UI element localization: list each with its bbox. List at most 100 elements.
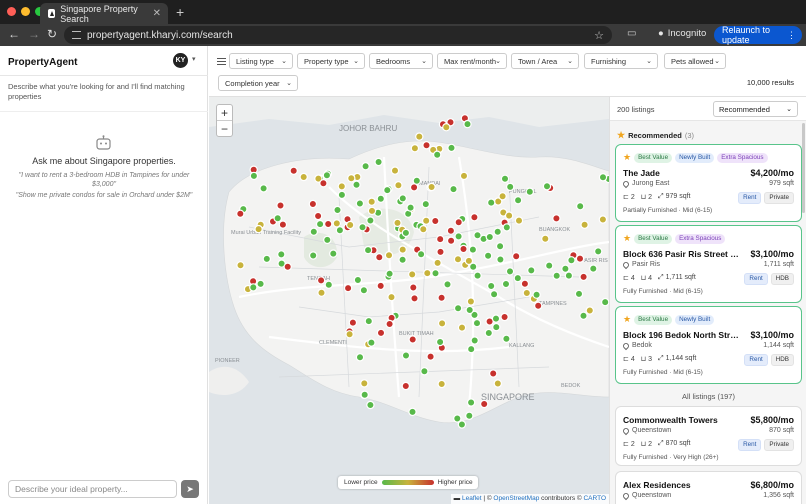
- listing-marker[interactable]: [401, 381, 410, 391]
- listing-marker[interactable]: [567, 256, 576, 265]
- kebab-menu-icon[interactable]: ⋮: [787, 30, 796, 41]
- listing-marker[interactable]: [484, 328, 493, 338]
- listing-marker[interactable]: [464, 256, 474, 266]
- listing-marker[interactable]: [415, 132, 424, 141]
- address-bar[interactable]: propertyagent.kharyi.com/search ☆: [64, 26, 612, 44]
- listing-marker[interactable]: [489, 289, 499, 299]
- listing-marker[interactable]: [277, 250, 286, 259]
- listing-marker[interactable]: [416, 250, 426, 259]
- listing-marker[interactable]: [580, 220, 589, 230]
- listing-marker[interactable]: [427, 182, 436, 192]
- listing-card[interactable]: ★ Best Value Newly Built Extra Spacious …: [615, 144, 802, 222]
- listing-marker[interactable]: [520, 279, 530, 288]
- listing-marker[interactable]: [273, 213, 282, 223]
- listing-marker[interactable]: [480, 399, 489, 409]
- listing-marker[interactable]: [534, 301, 543, 310]
- browser-tab[interactable]: Singapore Property Search ✕: [40, 3, 168, 24]
- listing-marker[interactable]: [367, 206, 377, 216]
- listing-marker[interactable]: [308, 251, 318, 260]
- filter-icon[interactable]: [217, 57, 226, 66]
- listing-marker[interactable]: [236, 209, 245, 219]
- listing-marker[interactable]: [513, 196, 523, 205]
- listing-marker[interactable]: [512, 251, 521, 261]
- listing-marker[interactable]: [308, 199, 318, 209]
- listing-marker[interactable]: [491, 314, 501, 323]
- listing-marker[interactable]: [419, 224, 428, 234]
- listing-marker[interactable]: [299, 172, 308, 182]
- listing-marker[interactable]: [355, 199, 365, 208]
- avatar[interactable]: KY: [173, 53, 188, 68]
- listing-marker[interactable]: [446, 236, 456, 245]
- listing-marker[interactable]: [453, 303, 463, 313]
- listing-marker[interactable]: [423, 268, 432, 278]
- listing-marker[interactable]: [376, 281, 385, 291]
- listing-marker[interactable]: [360, 390, 369, 399]
- listing-marker[interactable]: [289, 166, 298, 176]
- listing-marker[interactable]: [454, 232, 463, 241]
- send-button[interactable]: ➤: [181, 480, 199, 498]
- listing-marker[interactable]: [408, 335, 417, 344]
- listing-card[interactable]: Alex Residences $6,800/mo Queenstown 1,3…: [615, 471, 802, 504]
- listing-marker[interactable]: [426, 352, 435, 361]
- listing-marker[interactable]: [472, 318, 482, 328]
- listing-marker[interactable]: [376, 328, 386, 338]
- filter-property-type[interactable]: Property type ⌄: [297, 53, 365, 69]
- listing-marker[interactable]: [485, 232, 494, 242]
- forward-icon[interactable]: →: [28, 27, 40, 41]
- listing-marker[interactable]: [409, 283, 418, 292]
- example-prompt[interactable]: "I want to rent a 3-bedroom HDB in Tampi…: [12, 171, 196, 189]
- listing-marker[interactable]: [363, 245, 373, 255]
- listing-marker[interactable]: [585, 306, 594, 315]
- listing-marker[interactable]: [323, 219, 333, 229]
- listing-marker[interactable]: [332, 219, 342, 228]
- zoom-in-button[interactable]: +: [217, 105, 232, 121]
- close-tab-icon[interactable]: ✕: [153, 8, 161, 19]
- listing-marker[interactable]: [492, 322, 501, 332]
- relaunch-button[interactable]: Relaunch to update ⋮: [714, 25, 802, 45]
- listing-marker[interactable]: [276, 201, 285, 210]
- listing-marker[interactable]: [561, 264, 570, 273]
- listing-marker[interactable]: [483, 251, 493, 260]
- attribution-carto-link[interactable]: CARTO: [583, 495, 606, 502]
- listing-marker[interactable]: [376, 194, 385, 203]
- listing-marker[interactable]: [422, 141, 431, 150]
- listing-marker[interactable]: [433, 258, 442, 268]
- listing-marker[interactable]: [522, 288, 531, 298]
- listing-marker[interactable]: [366, 216, 375, 225]
- listing-marker[interactable]: [453, 255, 463, 264]
- listing-marker[interactable]: [431, 216, 440, 226]
- listing-marker[interactable]: [345, 330, 354, 339]
- listing-marker[interactable]: [313, 211, 323, 221]
- listing-marker[interactable]: [367, 338, 376, 347]
- listing-marker[interactable]: [466, 297, 476, 306]
- chevron-down-icon[interactable]: ▾: [192, 55, 196, 63]
- listing-marker[interactable]: [435, 234, 445, 244]
- listing-marker[interactable]: [390, 166, 400, 175]
- listing-marker[interactable]: [541, 234, 550, 243]
- listing-marker[interactable]: [387, 292, 396, 302]
- back-icon[interactable]: ←: [8, 27, 20, 41]
- listing-marker[interactable]: [437, 293, 446, 302]
- listing-marker[interactable]: [319, 179, 328, 188]
- listing-marker[interactable]: [470, 212, 479, 222]
- listing-marker[interactable]: [398, 255, 407, 264]
- listing-marker[interactable]: [502, 334, 511, 343]
- listing-marker[interactable]: [366, 400, 375, 410]
- listing-marker[interactable]: [514, 216, 524, 225]
- filter-furnishing[interactable]: Furnishing ⌄: [584, 53, 658, 69]
- listing-marker[interactable]: [598, 215, 608, 224]
- filter-max-rent[interactable]: Max rent/month ⌄: [437, 53, 507, 69]
- minimize-window-button[interactable]: [21, 7, 30, 16]
- listing-marker[interactable]: [437, 379, 446, 389]
- listing-marker[interactable]: [315, 219, 325, 229]
- filter-listing-type[interactable]: Listing type ⌄: [229, 53, 293, 69]
- filter-completion-year[interactable]: Completion year ⌄: [218, 75, 298, 91]
- listing-marker[interactable]: [579, 311, 588, 320]
- listing-marker[interactable]: [345, 220, 355, 230]
- listing-marker[interactable]: [453, 414, 462, 423]
- listing-marker[interactable]: [249, 283, 258, 292]
- site-info-icon[interactable]: [72, 31, 81, 39]
- listing-marker[interactable]: [594, 247, 603, 256]
- listing-marker[interactable]: [360, 379, 369, 388]
- listing-marker[interactable]: [447, 143, 456, 153]
